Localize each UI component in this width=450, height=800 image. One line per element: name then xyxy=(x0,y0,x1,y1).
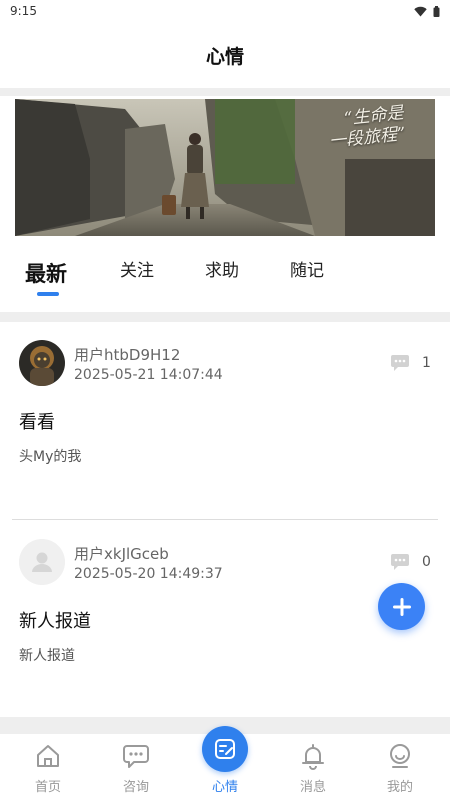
nav-label-home: 首页 xyxy=(34,780,61,795)
avatar[interactable] xyxy=(19,340,65,386)
wifi-icon xyxy=(414,6,427,16)
status-time: 9:15 xyxy=(10,4,37,18)
post-username[interactable]: 用户xkJlGceb xyxy=(74,543,169,564)
chat-icon xyxy=(123,745,149,768)
nav-label-mood: 心情 xyxy=(211,780,238,795)
page-title: 心情 xyxy=(205,45,244,68)
tab-notes[interactable]: 随记 xyxy=(290,256,324,281)
post-content: 头My的我 xyxy=(19,449,82,465)
nav-item-home[interactable]: 首页 xyxy=(3,734,93,800)
default-avatar-icon xyxy=(19,539,65,585)
nav-item-consult[interactable]: 咨询 xyxy=(91,734,181,800)
nav-label-consult: 咨询 xyxy=(122,780,149,795)
app-header: 心情 xyxy=(0,22,450,88)
post-divider xyxy=(12,519,438,520)
banner-quote: “生命是 一段旅程” xyxy=(328,103,407,152)
tab-latest[interactable]: 最新 xyxy=(25,258,67,288)
status-icons xyxy=(414,5,440,17)
mood-center-button xyxy=(202,726,248,772)
status-bar: 9:15 xyxy=(0,0,450,22)
comment-icon[interactable] xyxy=(390,354,410,372)
post-title: 新人报道 xyxy=(19,611,91,632)
post-content: 新人报道 xyxy=(19,648,75,664)
bottom-nav: 首页 咨询 心情 消息 我的 xyxy=(0,726,450,800)
post-timestamp: 2025-05-20 14:49:37 xyxy=(74,566,223,582)
profile-icon xyxy=(390,744,410,768)
comment-icon[interactable] xyxy=(390,553,410,571)
bell-icon xyxy=(302,744,324,770)
comment-count: 1 xyxy=(422,355,431,371)
nav-item-profile[interactable]: 我的 xyxy=(355,734,445,800)
tab-active-indicator xyxy=(37,292,59,296)
post-title: 看看 xyxy=(19,412,55,433)
avatar[interactable] xyxy=(19,539,65,585)
nav-item-messages[interactable]: 消息 xyxy=(268,734,358,800)
category-tabs: 最新 关注 求助 随记 xyxy=(0,246,450,302)
tabs-divider xyxy=(0,312,450,322)
battery-icon xyxy=(433,5,440,17)
nav-label-messages: 消息 xyxy=(299,780,326,795)
nav-label-profile: 我的 xyxy=(386,780,413,795)
nav-item-mood[interactable]: 心情 xyxy=(180,726,270,800)
plus-icon xyxy=(392,597,411,616)
banner-image[interactable]: “生命是 一段旅程” xyxy=(15,99,435,236)
tab-following[interactable]: 关注 xyxy=(120,256,154,281)
home-icon xyxy=(37,745,59,767)
note-edit-icon xyxy=(215,739,235,759)
post-card[interactable]: 用户htbD9H12 2025-05-21 14:07:44 1 看看 头My的… xyxy=(0,322,450,520)
post-username[interactable]: 用户htbD9H12 xyxy=(74,344,180,365)
comment-count: 0 xyxy=(422,554,431,570)
tab-help[interactable]: 求助 xyxy=(205,256,239,281)
add-post-button[interactable] xyxy=(378,583,425,630)
character-avatar-icon xyxy=(19,340,65,386)
header-divider xyxy=(0,88,450,96)
post-timestamp: 2025-05-21 14:07:44 xyxy=(74,367,223,383)
